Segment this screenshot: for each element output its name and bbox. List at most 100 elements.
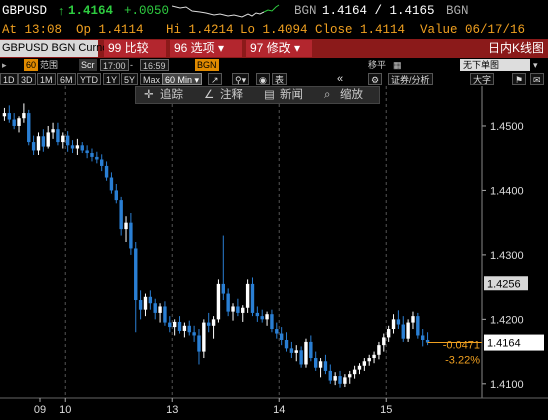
- crosshair-icon[interactable]: ✛: [144, 87, 154, 103]
- price-chart[interactable]: 1.4100 1.4200 1.4300 1.4400 1.4500 09 10 13 14 15…: [0, 86, 548, 420]
- chart-tools: ✛ 追踪 ∠ 注释 ▤ 新闻 ⌕ 缩放: [135, 86, 380, 104]
- candle-body: [250, 283, 255, 313]
- candle-body: [172, 321, 177, 328]
- zoom-icon[interactable]: ⌕: [324, 87, 330, 103]
- period-bar: 1D 3D 1M 6M YTD 1Y 5Y Max 60 Min ▾ ↗ ⚲▾ …: [0, 72, 548, 86]
- candle-body: [51, 129, 55, 133]
- candle-body: [27, 113, 31, 143]
- candle-body: [65, 135, 70, 146]
- candle-body: [289, 348, 294, 353]
- candle-body: [90, 153, 94, 157]
- candle-body: [17, 118, 21, 126]
- table-button[interactable]: 表: [272, 73, 288, 85]
- ticker-symbol[interactable]: GBPUSD: [2, 0, 47, 22]
- candle-body: [367, 358, 371, 362]
- eye-icon[interactable]: ◉: [256, 73, 270, 85]
- candle-body: [41, 136, 46, 147]
- period-1d-button[interactable]: 1D: [0, 73, 18, 85]
- no-template-field[interactable]: 无下单图: [460, 59, 530, 71]
- candle-body: [22, 113, 26, 119]
- quote-value: Value 06/17/16: [420, 23, 526, 37]
- scr-button[interactable]: Scr: [79, 59, 97, 71]
- candle-body: [357, 365, 362, 370]
- candle-body: [158, 306, 162, 313]
- nav-back-icon[interactable]: «: [335, 73, 345, 85]
- candle-body: [348, 374, 352, 378]
- candle-body: [75, 145, 80, 149]
- candle-body: [333, 376, 337, 381]
- candle-body: [362, 361, 367, 366]
- period-1m-button[interactable]: 1M: [37, 73, 56, 85]
- bgn-source-button[interactable]: BGN: [195, 59, 219, 71]
- period-6m-button[interactable]: 6M: [57, 73, 76, 85]
- bookmark-icon[interactable]: ⚑: [512, 73, 527, 85]
- track-tool[interactable]: 追踪: [160, 87, 183, 103]
- period-3d-button[interactable]: 3D: [18, 73, 36, 85]
- dash-separator: -: [130, 60, 133, 70]
- candle-body: [270, 314, 274, 330]
- security-field[interactable]: GBPUSD BGN Curncy: [0, 40, 113, 57]
- price-change: +.0050: [124, 4, 170, 18]
- source-label: BGN: [294, 4, 317, 18]
- period-ytd-button[interactable]: YTD: [77, 73, 101, 85]
- candle-body: [377, 345, 381, 355]
- interval-select[interactable]: 60 Min ▾: [162, 73, 203, 85]
- candle-type-select[interactable]: ⚲▾: [232, 73, 250, 85]
- toolbar: ▸ 60 范围 Scr 17:00 - 16:59 BGN 移平 ▦ 无下单图 …: [0, 58, 548, 72]
- candle-body: [221, 283, 225, 294]
- candle-body: [391, 319, 396, 330]
- quote-close: Close 1.4114: [315, 23, 406, 37]
- mail-icon[interactable]: ✉: [530, 73, 544, 85]
- candle-body: [338, 376, 342, 384]
- candle-body: [236, 306, 240, 313]
- edit-tab[interactable]: 97 修改 ▾: [246, 40, 312, 57]
- candle-body: [406, 322, 410, 339]
- candle-body: [421, 335, 425, 340]
- candle-body: [245, 283, 250, 308]
- candle-body: [309, 341, 313, 359]
- candle-body: [31, 142, 36, 151]
- candle-body: [279, 333, 284, 340]
- period-max-button[interactable]: Max: [140, 73, 164, 85]
- start-time-field[interactable]: 17:00: [100, 59, 129, 71]
- period-number[interactable]: 60: [24, 59, 39, 71]
- candle-body: [314, 358, 318, 368]
- end-time-field[interactable]: 16:59: [140, 59, 169, 71]
- security-analysis-button[interactable]: 证券/分析: [388, 73, 433, 85]
- quote-high: Hi 1.4214: [166, 23, 234, 37]
- pencil-icon[interactable]: ∠: [204, 87, 214, 103]
- y-tick-label: 1.4300: [490, 250, 524, 262]
- zoom-text-button[interactable]: 大字: [470, 73, 495, 85]
- candle-body: [255, 312, 260, 317]
- news-icon[interactable]: ▤: [264, 87, 275, 103]
- candle-body: [138, 300, 143, 310]
- period-1y-button[interactable]: 1Y: [103, 73, 121, 85]
- trend-icon[interactable]: ↗: [208, 73, 222, 85]
- candle-body: [119, 200, 123, 230]
- candle-body: [211, 319, 216, 326]
- up-arrow-icon: ↑: [58, 4, 65, 18]
- change-pct-label: -3.22%: [445, 355, 480, 367]
- x-tick-label: 14: [273, 404, 285, 416]
- candle-body: [187, 325, 191, 333]
- candle-body: [109, 177, 114, 191]
- news-tool[interactable]: 新闻: [280, 87, 303, 103]
- candle-body: [95, 156, 99, 160]
- calendar-icon[interactable]: ▦: [393, 59, 402, 71]
- candle-body: [323, 361, 328, 371]
- period-5y-button[interactable]: 5Y: [121, 73, 139, 85]
- candle-body: [207, 322, 211, 326]
- compare-tab[interactable]: 99 比较: [104, 40, 166, 57]
- options-tab[interactable]: 96 选项 ▾: [170, 40, 242, 57]
- zoom-tool[interactable]: 缩放: [340, 87, 363, 103]
- candle-body: [114, 190, 118, 201]
- candle-body: [129, 222, 133, 249]
- dropdown-chevron-icon[interactable]: ▾: [533, 59, 538, 71]
- gear-icon[interactable]: ⚙: [368, 73, 383, 85]
- candle-body: [231, 306, 235, 312]
- annotate-tool[interactable]: 注释: [220, 87, 243, 103]
- source-label-2: BGN: [446, 4, 469, 18]
- y-tick-label: 1.4400: [490, 185, 524, 197]
- sparkline: [172, 4, 280, 18]
- move-button[interactable]: 移平: [368, 59, 386, 71]
